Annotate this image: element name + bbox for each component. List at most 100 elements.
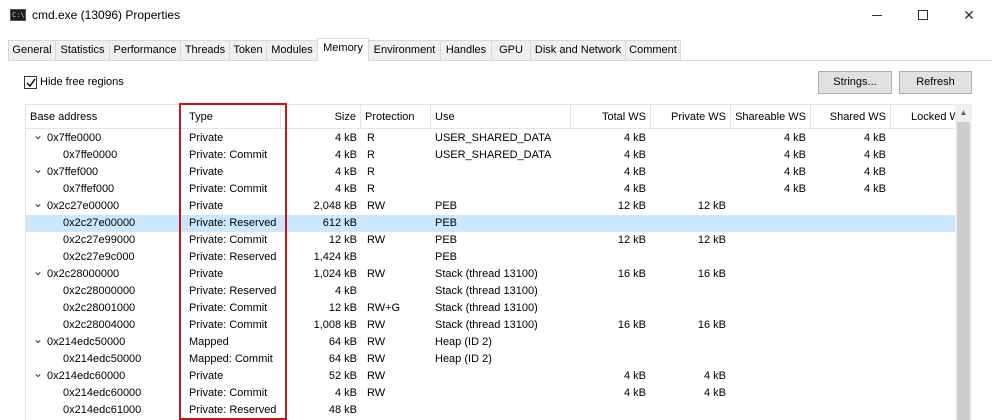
cell-private-ws (651, 181, 726, 198)
cell-base-address: 0x7ffe0000 (63, 149, 118, 161)
tab-disk-and-network[interactable]: Disk and Network (530, 40, 626, 60)
tab-environment[interactable]: Environment (368, 40, 441, 60)
hide-free-regions-checkbox[interactable] (24, 76, 37, 89)
cell-private-ws (651, 130, 726, 147)
close-button[interactable]: ✕ (946, 0, 992, 30)
tab-comment[interactable]: Comment (625, 40, 681, 60)
sub-region-row[interactable]: 0x7ffe0000 Private: Commit 4 kB R USER_SHARE… (26, 147, 956, 164)
cell-protection: RW (367, 200, 386, 212)
tab-gpu[interactable]: GPU (491, 40, 531, 60)
cell-shareable-ws: 4 kB (783, 166, 806, 178)
cell-protection: RW (367, 353, 386, 365)
cell-use: Stack (thread 13100) (435, 302, 538, 314)
hide-free-regions-label[interactable]: Hide free regions (40, 76, 124, 88)
cell-type: Private: Commit (189, 234, 268, 246)
chevron-down-icon[interactable]: ⌄ (33, 333, 43, 351)
column-type[interactable]: Type (181, 105, 281, 129)
cell-shared-ws: 4 kB (863, 166, 886, 178)
cell-total-ws: 16 kB (617, 268, 646, 280)
cell-use: PEB (435, 200, 458, 212)
cell-size: 4 kB (334, 387, 357, 399)
column-total-ws[interactable]: Total WS (571, 105, 651, 129)
cell-type: Private: Reserved (189, 285, 277, 297)
cell-base-address: 0x214edc60000 (47, 370, 126, 382)
sub-region-row[interactable]: 0x214edc60000 Private: Commit 4 kB RW 4 kB 4 … (26, 385, 956, 402)
cell-shareable-ws (731, 198, 806, 215)
column-base-address[interactable]: Base address (26, 105, 181, 129)
region-row[interactable]: ⌄ 0x7ffe0000 Private 4 kB R USER_SHARED_DATA 4… (26, 129, 956, 147)
chevron-down-icon[interactable]: ⌄ (33, 163, 43, 181)
region-row[interactable]: ⌄ 0x7ffef000 Private 4 kB R 4 kB 4 kB 4 kB (26, 163, 956, 181)
cell-private-ws (651, 300, 726, 317)
cell-total-ws (571, 249, 646, 266)
cell-base-address: 0x7ffef000 (63, 183, 115, 195)
sub-region-row[interactable]: 0x2c28000000 Private: Reserved 4 kB Stack (… (26, 283, 956, 300)
tab-general[interactable]: General (8, 40, 56, 60)
memory-regions-list[interactable]: Base address Type Size Protection Use To… (25, 104, 971, 420)
cell-protection: R (367, 132, 375, 144)
region-row[interactable]: ⌄ 0x214edc50000 Mapped 64 kB RW Heap (ID 2) (26, 333, 956, 351)
refresh-button[interactable]: Refresh (899, 71, 972, 94)
checkmark-icon (26, 78, 36, 88)
column-private-ws[interactable]: Private WS (651, 105, 731, 129)
region-row[interactable]: ⌄ 0x2c27e00000 Private 2,048 kB RW PEB 12 kB 12… (26, 197, 956, 215)
cell-base-address: 0x214edc60000 (63, 387, 142, 399)
tab-handles[interactable]: Handles (440, 40, 492, 60)
cell-size: 12 kB (328, 234, 357, 246)
tab-modules[interactable]: Modules (266, 40, 318, 60)
cell-shared-ws (811, 300, 886, 317)
column-header-row: Base address Type Size Protection Use To… (26, 105, 960, 129)
cell-type: Private: Commit (189, 149, 268, 161)
cell-shared-ws (811, 351, 886, 368)
cell-total-ws: 4 kB (623, 370, 646, 382)
region-row[interactable]: ⌄ 0x2c28000000 Private 1,024 kB RW Stack (thr… (26, 265, 956, 283)
column-shared-ws[interactable]: Shared WS (811, 105, 891, 129)
cell-total-ws: 4 kB (623, 149, 646, 161)
cell-total-ws (571, 283, 646, 300)
cell-shared-ws (811, 283, 886, 300)
sub-region-row[interactable]: 0x2c27e99000 Private: Commit 12 kB RW PEB 12 … (26, 232, 956, 249)
sub-region-row[interactable]: 0x2c28001000 Private: Commit 12 kB RW+G Stac… (26, 300, 956, 317)
sub-region-row[interactable]: 0x2c27e00000 Private: Reserved 612 kB PEB (26, 215, 956, 232)
cell-shared-ws (811, 215, 886, 232)
cell-use: Heap (ID 2) (435, 336, 492, 348)
minimize-button[interactable] (854, 0, 900, 30)
cell-shareable-ws (731, 283, 806, 300)
column-protection[interactable]: Protection (361, 105, 431, 129)
cell-shareable-ws (731, 215, 806, 232)
sub-region-row[interactable]: 0x214edc61000 Private: Reserved 48 kB (26, 402, 956, 419)
cell-base-address: 0x2c27e00000 (63, 217, 136, 229)
cell-private-ws (651, 249, 726, 266)
cell-shareable-ws (731, 266, 806, 283)
vertical-scrollbar[interactable]: ▲ (955, 104, 972, 420)
chevron-down-icon[interactable]: ⌄ (33, 367, 43, 385)
tab-threads[interactable]: Threads (180, 40, 230, 60)
cell-protection: RW (367, 387, 386, 399)
column-shareable-ws[interactable]: Shareable WS (731, 105, 811, 129)
tab-token[interactable]: Token (229, 40, 267, 60)
cell-shared-ws (811, 232, 886, 249)
scroll-up-arrow-icon[interactable]: ▲ (955, 104, 972, 121)
chevron-down-icon[interactable]: ⌄ (33, 197, 43, 215)
sub-region-row[interactable]: 0x2c28004000 Private: Commit 1,008 kB RW Sta… (26, 317, 956, 334)
tab-performance[interactable]: Performance (109, 40, 181, 60)
chevron-down-icon[interactable]: ⌄ (33, 129, 43, 147)
sub-region-row[interactable]: 0x2c27e9c000 Private: Reserved 1,424 kB PEB (26, 249, 956, 266)
column-size[interactable]: Size (281, 105, 361, 129)
cell-total-ws: 4 kB (623, 183, 646, 195)
strings-button[interactable]: Strings... (818, 71, 892, 94)
cell-shareable-ws (731, 300, 806, 317)
cell-protection (367, 249, 431, 266)
scroll-thumb[interactable] (957, 122, 970, 420)
region-row[interactable]: ⌄ 0x214edc60000 Private 52 kB RW 4 kB 4 kB (26, 367, 956, 385)
chevron-down-icon[interactable]: ⌄ (33, 265, 43, 283)
cell-type: Mapped: Commit (189, 353, 273, 365)
maximize-button[interactable] (900, 0, 946, 30)
column-use[interactable]: Use (431, 105, 571, 129)
sub-region-row[interactable]: 0x7ffef000 Private: Commit 4 kB R 4 kB 4 kB 4 … (26, 181, 956, 198)
cell-total-ws (571, 351, 646, 368)
tab-memory[interactable]: Memory (317, 38, 369, 61)
sub-region-row[interactable]: 0x214edc50000 Mapped: Commit 64 kB RW Heap (… (26, 351, 956, 368)
cell-private-ws: 4 kB (703, 387, 726, 399)
tab-statistics[interactable]: Statistics (55, 40, 110, 60)
